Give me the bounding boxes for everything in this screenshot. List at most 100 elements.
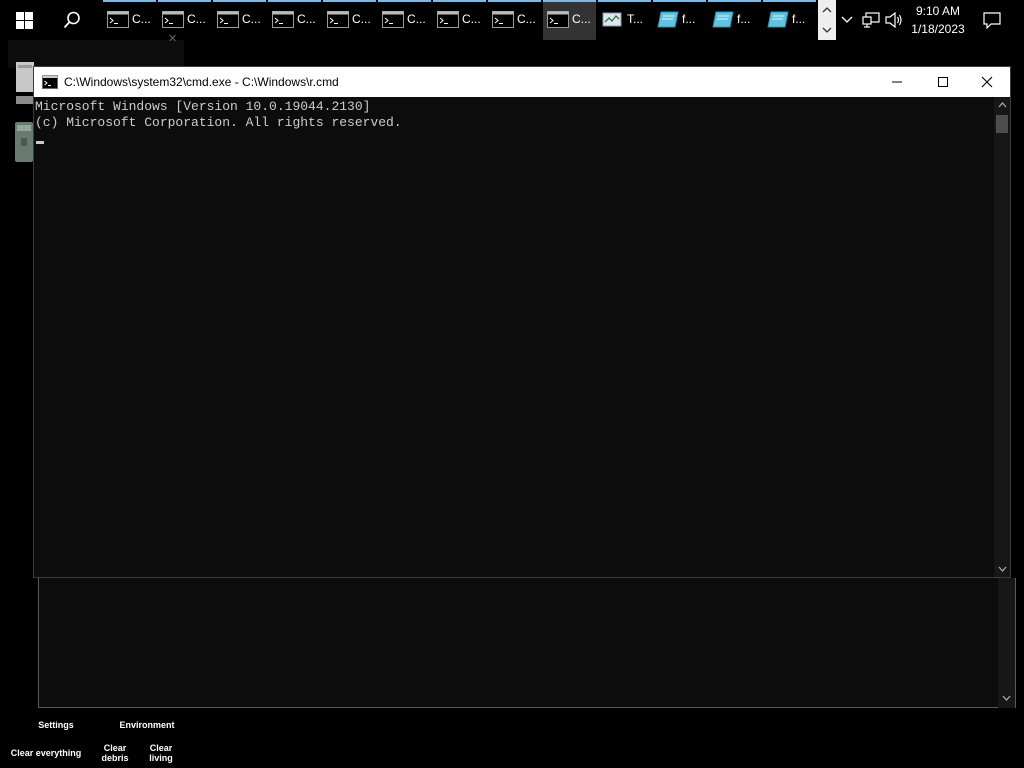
cmd-icon (272, 11, 294, 28)
clock-time[interactable]: 9:10 AM (905, 4, 971, 18)
taskbar-app-label: f... (682, 12, 696, 26)
cmd-window[interactable]: C:\Windows\system32\cmd.exe - C:\Windows… (33, 66, 1011, 578)
background-window-fragment (8, 40, 184, 68)
notepad-icon (767, 11, 789, 28)
taskbar-app-label: f... (737, 12, 751, 26)
running-indicator (653, 0, 706, 2)
windows-logo-icon (15, 11, 33, 29)
cmd-icon (107, 11, 129, 28)
button-label: Clear (149, 743, 173, 753)
taskbar-scroll[interactable] (818, 0, 836, 40)
cmd-icon (492, 11, 514, 28)
console-scrollbar[interactable] (994, 97, 1010, 577)
taskbar-app-label: C... (297, 12, 316, 26)
task-manager-icon (602, 11, 624, 28)
chevron-up-icon (841, 16, 853, 23)
minimize-button[interactable] (874, 67, 920, 97)
volume-button[interactable] (884, 0, 904, 40)
taskbar-app-label: C... (132, 12, 151, 26)
scroll-down-icon[interactable] (1002, 694, 1011, 702)
close-button[interactable] (964, 67, 1010, 97)
taskbar-app-button[interactable]: C... (433, 0, 486, 40)
action-center-button[interactable] (978, 0, 1006, 40)
button-label: debris (101, 753, 129, 763)
clear-living-button[interactable]: Clear living (144, 743, 178, 763)
network-button[interactable] (860, 0, 882, 40)
taskbar: C... C... C... C... C... C... C... C... C... T...… (0, 0, 1024, 40)
taskbar-app-label: C... (187, 12, 206, 26)
taskbar-app-label: C... (517, 12, 536, 26)
text-cursor (36, 141, 44, 144)
console-line: (c) Microsoft Corporation. All rights re… (35, 115, 402, 130)
scroll-up-icon[interactable] (818, 1, 836, 19)
taskbar-app-label: C... (407, 12, 426, 26)
running-indicator (378, 0, 431, 2)
settings-tab[interactable]: Settings (36, 720, 76, 730)
window-title: C:\Windows\system32\cmd.exe - C:\Windows… (64, 75, 339, 89)
taskbar-app-label: C... (572, 12, 591, 26)
taskbar-app-button[interactable]: f... (708, 0, 761, 40)
console-output[interactable]: Microsoft Windows [Version 10.0.19044.21… (34, 97, 994, 577)
cmd-titlebar[interactable]: C:\Windows\system32\cmd.exe - C:\Windows… (34, 67, 1010, 97)
scrollbar-thumb[interactable] (996, 115, 1008, 133)
taskbar-app-button[interactable]: T... (598, 0, 651, 40)
taskbar-app-label: C... (242, 12, 261, 26)
taskbar-app-button[interactable]: C... (488, 0, 541, 40)
taskbar-app-button[interactable]: C... (378, 0, 431, 40)
taskbar-app-button[interactable]: C... (543, 0, 596, 40)
taskbar-app-label: C... (462, 12, 481, 26)
notification-icon (983, 11, 1001, 29)
close-icon: ✕ (168, 33, 178, 45)
edge-fragment (1016, 200, 1024, 700)
scroll-up-icon[interactable] (994, 97, 1010, 113)
minimize-icon (892, 81, 902, 83)
notepad-icon (712, 11, 734, 28)
taskbar-app-button[interactable]: C... (213, 0, 266, 40)
running-indicator (323, 0, 376, 2)
background-window-scrollbar[interactable] (998, 578, 1015, 708)
taskbar-app-button[interactable]: f... (653, 0, 706, 40)
running-indicator (543, 0, 596, 2)
console-line: Microsoft Windows [Version 10.0.19044.21… (35, 99, 371, 114)
cmd-icon (327, 11, 349, 28)
button-label: living (149, 753, 173, 763)
taskbar-app-label: C... (352, 12, 371, 26)
search-icon (63, 11, 80, 29)
running-indicator (103, 0, 156, 2)
clock-date[interactable]: 1/18/2023 (905, 22, 971, 36)
taskbar-app-button[interactable]: f... (763, 0, 816, 40)
cmd-icon (42, 75, 58, 89)
running-indicator (433, 0, 486, 2)
cmd-icon (437, 11, 459, 28)
cmd-icon (217, 11, 239, 28)
cmd-icon (382, 11, 404, 28)
clear-everything-button[interactable]: Clear everything (8, 748, 84, 758)
running-indicator (763, 0, 816, 2)
taskbar-app-button[interactable]: C... (103, 0, 156, 40)
desktop-computer-icon[interactable] (16, 62, 34, 108)
environment-tab[interactable]: Environment (118, 720, 176, 730)
scroll-down-icon[interactable] (994, 561, 1010, 577)
running-indicator (598, 0, 651, 2)
scroll-down-icon[interactable] (818, 21, 836, 39)
taskbar-app-label: f... (792, 12, 806, 26)
notepad-icon (657, 11, 679, 28)
cmd-icon (162, 11, 184, 28)
background-console-window (38, 578, 1016, 708)
running-indicator (268, 0, 321, 2)
close-icon (981, 76, 993, 88)
running-indicator (158, 0, 211, 2)
taskbar-app-button[interactable]: C... (323, 0, 376, 40)
start-button[interactable] (0, 0, 48, 40)
maximize-button[interactable] (920, 67, 966, 97)
taskbar-app-button[interactable]: C... (268, 0, 321, 40)
clear-debris-button[interactable]: Clear debris (98, 743, 132, 763)
network-icon (862, 12, 880, 28)
taskbar-app-button[interactable]: C... (158, 0, 211, 40)
taskbar-app-label: T... (627, 12, 644, 26)
cmd-icon (547, 11, 569, 28)
running-indicator (708, 0, 761, 2)
show-hidden-icons-button[interactable] (838, 0, 856, 40)
search-button[interactable] (48, 0, 96, 40)
running-indicator (213, 0, 266, 2)
